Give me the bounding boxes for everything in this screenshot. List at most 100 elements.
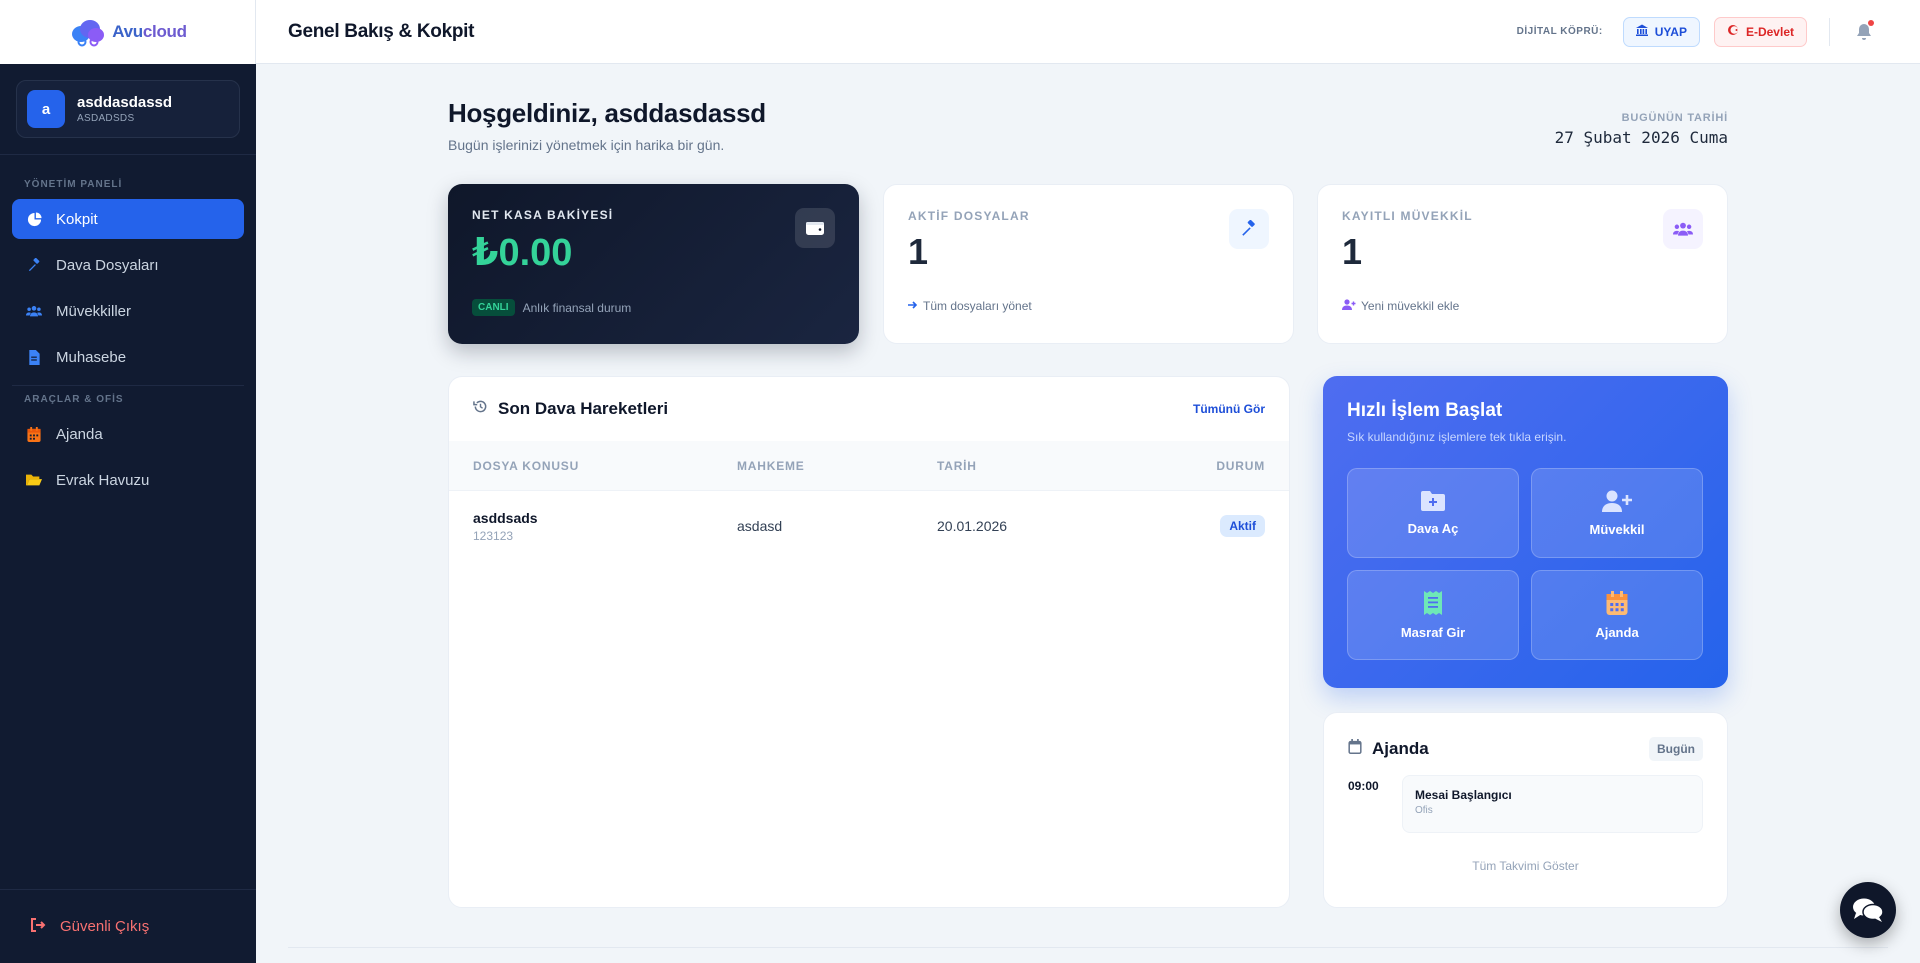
- add-client-label: Yeni müvekkil ekle: [1361, 299, 1460, 313]
- receipt-icon: [1424, 590, 1442, 615]
- clients-card[interactable]: KAYITLI MÜVEKKİL 1 Yeni müvekkil ekle: [1317, 184, 1728, 344]
- calendar-outline-icon: [1348, 739, 1362, 759]
- quick-actions-subtitle: Sık kullandığınız işlemlere tek tıkla er…: [1347, 430, 1567, 444]
- new-case-button[interactable]: Dava Aç: [1347, 468, 1519, 558]
- section-label-management: YÖNETİM PANELİ: [24, 179, 123, 190]
- avatar: a: [27, 90, 65, 128]
- brand-name: Avucloud: [112, 22, 187, 41]
- sidebar-item-dava-dosyalari[interactable]: Dava Dosyaları: [12, 245, 244, 285]
- agenda-item-title: Mesai Başlangıcı: [1415, 788, 1512, 802]
- sidebar-item-evrak-havuzu[interactable]: Evrak Havuzu: [12, 460, 244, 500]
- agenda-button[interactable]: Ajanda: [1531, 570, 1703, 660]
- column-header[interactable]: MAHKEME: [737, 459, 937, 473]
- welcome-subtitle: Bugün işlerinizi yönetmek için harika bi…: [448, 137, 725, 153]
- today-badge: Bugün: [1649, 737, 1703, 761]
- quick-actions-panel: Hızlı İşlem Başlat Sık kullandığınız işl…: [1323, 376, 1728, 688]
- new-client-label: Müvekkil: [1589, 521, 1645, 537]
- cloud-logo-icon: [72, 20, 105, 47]
- chat-bubbles-icon: [1853, 898, 1884, 922]
- date-label: BUGÜNÜN TARİHİ: [1621, 112, 1728, 124]
- sidebar-item-muvekkiller[interactable]: Müvekkiller: [12, 291, 244, 331]
- sidebar-item-kokpit[interactable]: Kokpit: [12, 199, 244, 239]
- notification-button[interactable]: [1850, 18, 1878, 46]
- chat-button[interactable]: [1840, 882, 1896, 938]
- agenda-label: Ajanda: [1595, 624, 1639, 640]
- sidebar-item-label: Ajanda: [56, 425, 103, 443]
- column-header[interactable]: TARİH: [937, 459, 1137, 473]
- agenda-title: Ajanda: [1372, 739, 1429, 758]
- balance-label: NET KASA BAKİYESİ: [472, 208, 614, 222]
- add-expense-label: Masraf Gir: [1400, 624, 1466, 640]
- bank-icon: [1635, 24, 1648, 39]
- brand-logo[interactable]: Avucloud: [0, 0, 256, 64]
- page-title: Genel Bakış & Kokpit: [288, 20, 475, 42]
- clients-value: 1: [1342, 231, 1363, 272]
- users-icon: [26, 303, 42, 319]
- balance-value: ₺0.00: [472, 232, 573, 274]
- table-header: DOSYA KONUSU MAHKEME TARİH DURUM: [449, 441, 1289, 491]
- footer-divider: [288, 947, 1888, 948]
- manage-files-link[interactable]: Tüm dosyaları yönet: [908, 299, 1032, 313]
- wallet-icon: [795, 208, 835, 248]
- sidebar-item-ajanda[interactable]: Ajanda: [12, 414, 244, 454]
- date-value: 27 Şubat 2026 Cuma: [1554, 128, 1728, 147]
- table-row[interactable]: asddsads 123123 asdasd 20.01.2026 Aktif: [449, 491, 1289, 561]
- active-files-label: AKTİF DOSYALAR: [908, 209, 1030, 223]
- case-subject: asddsads: [473, 509, 538, 526]
- add-expense-button[interactable]: Masraf Gir: [1347, 570, 1519, 660]
- sidebar-item-label: Dava Dosyaları: [56, 256, 159, 274]
- balance-card: NET KASA BAKİYESİ ₺0.00 CANLI Anlık fina…: [448, 184, 859, 344]
- folder-plus-icon: [1421, 490, 1445, 511]
- calendar-icon: [26, 426, 42, 442]
- sidebar-item-label: Müvekkiller: [56, 302, 132, 320]
- logout-button[interactable]: Güvenli Çıkış: [0, 889, 256, 963]
- gavel-icon: [26, 257, 42, 273]
- section-label-tools: ARAÇLAR & OFİS: [24, 394, 124, 405]
- recent-cases-title: Son Dava Hareketleri: [498, 399, 669, 418]
- arrow-right-icon: [908, 299, 918, 313]
- calendar-icon: [1606, 590, 1628, 615]
- uyap-button[interactable]: UYAP: [1622, 16, 1700, 47]
- case-number: 123123: [473, 528, 514, 543]
- clients-label: KAYITLI MÜVEKKİL: [1342, 209, 1473, 223]
- column-header[interactable]: DURUM: [1216, 459, 1265, 473]
- crescent-icon: [1727, 24, 1739, 39]
- user-name: asddasdassd: [77, 94, 173, 111]
- logout-label: Güvenli Çıkış: [60, 918, 150, 935]
- sidebar-item-label: Muhasebe: [56, 348, 127, 366]
- user-plus-icon: [1602, 490, 1632, 512]
- sidebar-item-label: Evrak Havuzu: [56, 471, 150, 489]
- status-badge: Aktif: [1220, 515, 1265, 537]
- recent-cases-panel: Son Dava Hareketleri Tümünü Gör DOSYA KO…: [448, 376, 1290, 908]
- sidebar: Avucloud a asddasdassd ASDADSDS YÖNETİM …: [0, 0, 256, 963]
- quick-actions-title: Hızlı İşlem Başlat: [1347, 400, 1503, 421]
- user-card[interactable]: a asddasdassd ASDADSDS: [16, 80, 240, 138]
- manage-files-label: Tüm dosyaları yönet: [923, 299, 1032, 313]
- pie-chart-icon: [26, 211, 42, 227]
- edevlet-button[interactable]: E-Devlet: [1713, 16, 1807, 47]
- show-all-calendar-link[interactable]: Tüm Takvimi Göster: [1348, 859, 1703, 873]
- folder-open-icon: [26, 472, 42, 488]
- new-client-button[interactable]: Müvekkil: [1531, 468, 1703, 558]
- top-header: Genel Bakış & Kokpit DİJİTAL KÖPRÜ: UYAP…: [256, 0, 1920, 64]
- history-icon: [473, 399, 488, 419]
- add-client-link[interactable]: Yeni müvekkil ekle: [1342, 299, 1459, 313]
- agenda-item-subtitle: Ofis: [1415, 805, 1433, 816]
- sidebar-item-muhasebe[interactable]: Muhasebe: [12, 337, 244, 377]
- today-date: BUGÜNÜN TARİHİ 27 Şubat 2026 Cuma: [1555, 112, 1728, 147]
- divider: [1829, 17, 1830, 46]
- user-plus-icon: [1342, 299, 1356, 313]
- active-files-value: 1: [908, 231, 929, 272]
- sidebar-item-label: Kokpit: [56, 210, 98, 228]
- balance-footnote: Anlık finansal durum: [522, 300, 632, 315]
- column-header[interactable]: DOSYA KONUSU: [473, 459, 737, 473]
- agenda-item[interactable]: 09:00 Mesai Başlangıcı Ofis: [1348, 775, 1703, 833]
- agenda-time: 09:00: [1348, 779, 1379, 793]
- case-date: 20.01.2026: [937, 518, 1008, 534]
- sign-out-icon: [30, 917, 46, 936]
- user-subtitle: ASDADSDS: [77, 113, 135, 124]
- see-all-link[interactable]: Tümünü Gör: [1193, 402, 1265, 416]
- active-files-card[interactable]: AKTİF DOSYALAR 1 Tüm dosyaları yönet: [883, 184, 1294, 344]
- users-icon: [1663, 209, 1703, 249]
- invoice-icon: [26, 349, 42, 365]
